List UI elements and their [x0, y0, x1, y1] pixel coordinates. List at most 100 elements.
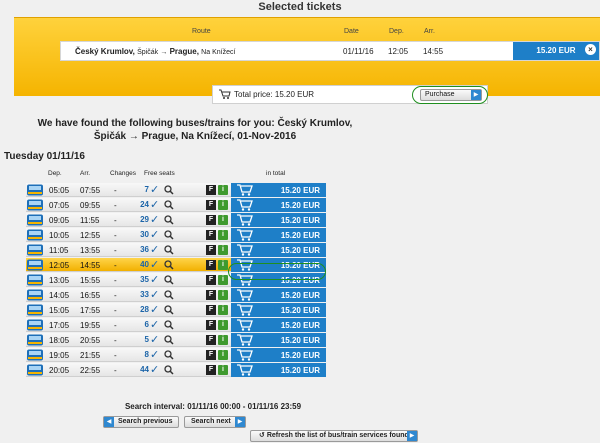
row-price: 15.20 EUR: [280, 351, 320, 360]
table-row[interactable]: 05:05 07:55 - 7 ✓ Fi 15.20 EUR: [26, 183, 326, 197]
selected-date: 01/11/16: [343, 47, 374, 56]
row-changes: -: [114, 261, 117, 270]
row-free-seats: 6: [144, 320, 149, 329]
row-arr: 21:55: [80, 351, 101, 360]
remove-ticket-button[interactable]: ×: [585, 44, 596, 55]
bus-icon: [26, 199, 44, 213]
buy-ticket-button[interactable]: 15.20 EUR: [231, 303, 326, 317]
table-row[interactable]: 14:05 16:55 - 33 ✓ Fi 15.20 EUR: [26, 288, 326, 302]
fare-info-icon[interactable]: F: [206, 350, 216, 360]
table-row[interactable]: 18:05 20:55 - 5 ✓ Fi 15.20 EUR: [26, 333, 326, 347]
table-row[interactable]: 15:05 17:55 - 28 ✓ Fi 15.20 EUR: [26, 303, 326, 317]
magnifier-icon[interactable]: [164, 365, 174, 377]
row-arr: 16:55: [80, 291, 101, 300]
arrow-right-icon: ▶: [235, 417, 245, 427]
table-row[interactable]: 09:05 11:55 - 29 ✓ Fi 15.20 EUR: [26, 213, 326, 227]
info-icon[interactable]: i: [218, 290, 228, 300]
row-changes: -: [114, 201, 117, 210]
magnifier-icon[interactable]: [164, 185, 174, 197]
table-row[interactable]: 11:05 13:55 - 36 ✓ Fi 15.20 EUR: [26, 243, 326, 257]
row-changes: -: [114, 186, 117, 195]
fare-info-icon[interactable]: F: [206, 320, 216, 330]
magnifier-icon[interactable]: [164, 335, 174, 347]
fare-info-icon[interactable]: F: [206, 305, 216, 315]
row-price: 15.20 EUR: [280, 246, 320, 255]
buy-ticket-button[interactable]: 15.20 EUR: [231, 363, 326, 377]
info-icon[interactable]: i: [218, 350, 228, 360]
row-price: 15.20 EUR: [280, 336, 320, 345]
magnifier-icon[interactable]: [164, 320, 174, 332]
info-icon[interactable]: i: [218, 230, 228, 240]
table-row[interactable]: 17:05 19:55 - 6 ✓ Fi 15.20 EUR: [26, 318, 326, 332]
refresh-icon: ↺: [259, 432, 267, 439]
arrow-right-icon: ▶: [471, 90, 481, 100]
fare-info-icon[interactable]: F: [206, 335, 216, 345]
info-icon[interactable]: i: [218, 305, 228, 315]
info-icon[interactable]: i: [218, 200, 228, 210]
row-free-seats: 8: [144, 350, 149, 359]
fare-info-icon[interactable]: F: [206, 275, 216, 285]
fare-info-icon[interactable]: F: [206, 365, 216, 375]
check-icon: ✓: [150, 319, 160, 331]
search-previous-button[interactable]: ◀ Search previous: [103, 416, 179, 428]
row-changes: -: [114, 231, 117, 240]
check-icon: ✓: [150, 304, 160, 316]
magnifier-icon[interactable]: [164, 230, 174, 242]
fare-info-icon[interactable]: F: [206, 200, 216, 210]
buy-ticket-button[interactable]: 15.20 EUR: [231, 348, 326, 362]
magnifier-icon[interactable]: [164, 275, 174, 287]
magnifier-icon[interactable]: [164, 245, 174, 257]
magnifier-icon[interactable]: [164, 215, 174, 227]
info-icon[interactable]: i: [218, 275, 228, 285]
fare-info-icon[interactable]: F: [206, 290, 216, 300]
info-icon[interactable]: i: [218, 335, 228, 345]
table-row[interactable]: 20:05 22:55 - 44 ✓ Fi 15.20 EUR: [26, 363, 326, 377]
fare-info-icon[interactable]: F: [206, 245, 216, 255]
buy-ticket-button[interactable]: 15.20 EUR: [231, 318, 326, 332]
buy-ticket-button[interactable]: 15.20 EUR: [231, 213, 326, 227]
bus-icon: [26, 364, 44, 378]
buy-ticket-button[interactable]: 15.20 EUR: [231, 243, 326, 257]
row-price: 15.20 EUR: [280, 291, 320, 300]
row-free-seats: 29: [140, 215, 149, 224]
magnifier-icon[interactable]: [164, 350, 174, 362]
search-next-button[interactable]: Search next ▶: [184, 416, 246, 428]
cart-icon: [219, 89, 231, 99]
buy-ticket-button[interactable]: 15.20 EUR: [231, 228, 326, 242]
purchase-button[interactable]: Purchase ▶: [420, 89, 482, 101]
magnifier-icon[interactable]: [164, 305, 174, 317]
buy-ticket-button[interactable]: 15.20 EUR: [231, 183, 326, 197]
changes-column-header: Changes: [110, 170, 137, 177]
refresh-list-button[interactable]: ↺ Refresh the list of bus/train services…: [250, 430, 418, 442]
table-row[interactable]: 19:05 21:55 - 8 ✓ Fi 15.20 EUR: [26, 348, 326, 362]
bus-icon: [26, 214, 44, 228]
magnifier-icon[interactable]: [164, 200, 174, 212]
day-heading: Tuesday 01/11/16: [4, 151, 85, 162]
row-free-seats: 30: [140, 230, 149, 239]
row-dep: 11:05: [49, 246, 69, 255]
fare-info-icon[interactable]: F: [206, 230, 216, 240]
buy-ticket-button[interactable]: 15.20 EUR: [231, 288, 326, 302]
table-row[interactable]: 10:05 12:55 - 30 ✓ Fi 15.20 EUR: [26, 228, 326, 242]
magnifier-icon[interactable]: [164, 260, 174, 272]
info-icon[interactable]: i: [218, 215, 228, 225]
table-row[interactable]: 07:05 09:55 - 24 ✓ Fi 15.20 EUR: [26, 198, 326, 212]
info-icon[interactable]: i: [218, 185, 228, 195]
buy-ticket-button[interactable]: 15.20 EUR: [231, 198, 326, 212]
info-icon[interactable]: i: [218, 245, 228, 255]
info-icon[interactable]: i: [218, 320, 228, 330]
check-icon: ✓: [150, 184, 160, 196]
fare-info-icon[interactable]: F: [206, 215, 216, 225]
fare-info-icon[interactable]: F: [206, 185, 216, 195]
info-icon[interactable]: i: [218, 260, 228, 270]
row-arr: 11:55: [80, 216, 100, 225]
info-icon[interactable]: i: [218, 365, 228, 375]
buy-ticket-button[interactable]: 15.20 EUR: [231, 333, 326, 347]
row-free-seats: 7: [144, 185, 149, 194]
cart-icon: [237, 319, 253, 333]
total-price-box: Total price: 15.20 EUR Purchase ▶: [212, 85, 488, 104]
row-dep: 10:05: [49, 231, 70, 240]
magnifier-icon[interactable]: [164, 290, 174, 302]
fare-info-icon[interactable]: F: [206, 260, 216, 270]
bus-icon: [26, 319, 44, 333]
